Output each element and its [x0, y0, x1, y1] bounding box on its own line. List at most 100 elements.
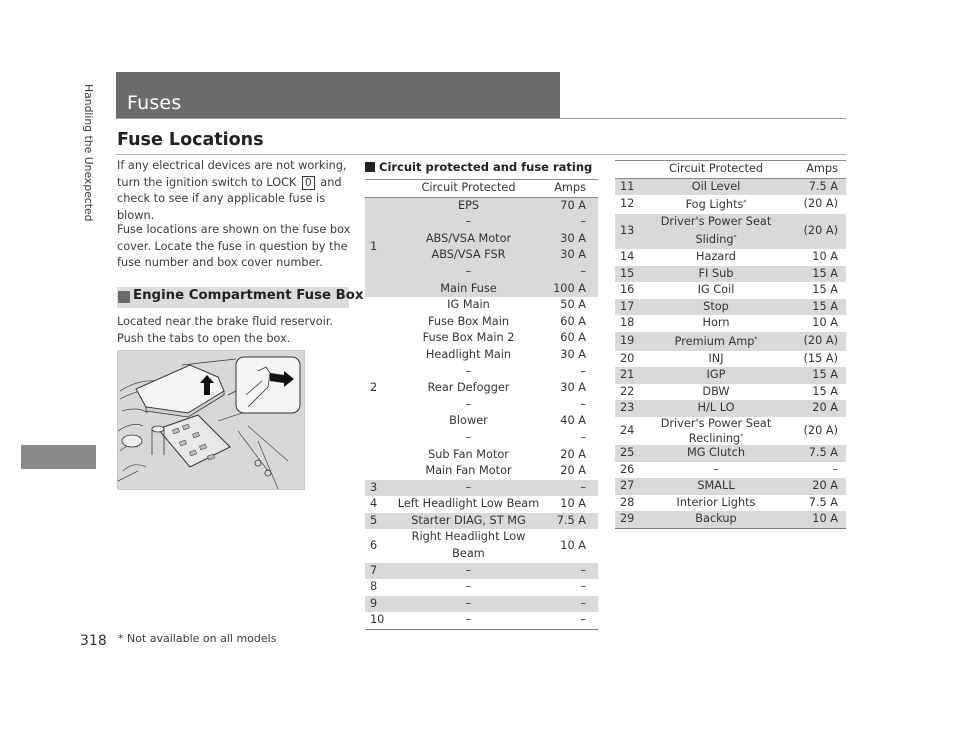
circuit-name: –	[397, 214, 540, 231]
circuit-name: Fog Lights*	[641, 195, 791, 214]
amp-rating: 15 A	[791, 265, 846, 283]
table-row: 14 Hazard 10 A	[615, 249, 846, 266]
table-row: Rear Defogger 30 A	[365, 380, 598, 397]
circuit-name: FI Sub	[641, 265, 791, 283]
amp-rating: –	[540, 263, 598, 281]
header-circuit-protected: Circuit Protected	[641, 161, 791, 179]
table-row: 8 – –	[365, 579, 598, 596]
circuit-name: –	[397, 479, 540, 497]
circuit-name-text: Fog Lights	[685, 198, 744, 212]
fuse-number: 5	[365, 512, 397, 530]
circuit-name: Blower	[449, 414, 488, 428]
footnote-marker: *	[754, 335, 758, 343]
circuit-name: Fuse Box Main	[427, 314, 510, 328]
fuse-number: 20	[620, 351, 635, 365]
table-row: – –	[365, 263, 598, 281]
amp-rating: (20 A)	[791, 331, 846, 351]
footnote-marker: *	[740, 432, 744, 440]
table-row: ABS/VSA Motor 30 A	[365, 230, 598, 248]
table-header-row: Circuit Protected Amps	[615, 161, 846, 179]
page-title: Fuses	[127, 92, 182, 114]
table-row: 18 Horn 10 A	[615, 315, 846, 332]
amp-rating: 20 A	[791, 478, 846, 495]
fuse-number: 18	[620, 316, 635, 330]
fuse-rating-heading: Circuit protected and fuse rating	[365, 160, 592, 174]
table-row: – –	[365, 397, 598, 414]
amp-rating: 60 A	[560, 314, 586, 328]
table-row: 7– –	[365, 562, 598, 580]
table-row: 16 IG Coil 15 A	[615, 282, 846, 299]
table-row: 17 Stop 15 A	[615, 298, 846, 316]
footnote-marker: *	[733, 234, 737, 242]
circuit-name-text: FI Sub	[698, 266, 734, 280]
table-row: 26 – –	[615, 462, 846, 479]
table-row: 3– –	[365, 479, 598, 497]
table-row: – –	[365, 430, 598, 447]
circuit-name: –	[465, 397, 472, 411]
circuit-name: –	[465, 364, 472, 378]
circuit-name-text: MG Clutch	[686, 445, 746, 459]
section-divider	[116, 154, 846, 155]
amp-rating: –	[540, 214, 598, 231]
fuse-number: 10	[365, 612, 397, 631]
table-row: 12 Fog Lights* (20 A)	[615, 195, 846, 214]
amp-rating: 10 A	[560, 497, 586, 511]
amp-rating: (20 A)	[803, 423, 838, 437]
circuit-name: Stop	[641, 298, 791, 316]
table-row: 27 SMALL 20 A	[615, 478, 846, 495]
circuit-name: –	[397, 263, 540, 281]
fuse-number: 16	[620, 283, 635, 297]
amp-rating: (20 A)	[803, 197, 838, 211]
amp-rating: 7.5 A	[540, 512, 598, 530]
fuse-number: 23	[615, 400, 641, 417]
circuit-name: Fuse Box Main 2	[422, 331, 515, 345]
table-row: 24 Driver's Power Seat Reclining* (20 A)	[615, 417, 846, 445]
amp-rating: 30 A	[560, 381, 586, 395]
fuse-number: 2	[370, 381, 378, 395]
table-row: 28 Interior Lights 7.5 A	[615, 495, 846, 512]
table-row: 22 DBW 15 A	[615, 384, 846, 401]
circuit-name: –	[465, 430, 472, 444]
circuit-name: H/L LO	[641, 400, 791, 417]
table-row: 9– –	[365, 595, 598, 613]
amp-rating: –	[540, 562, 598, 580]
fuse-rating-heading-text: Circuit protected and fuse rating	[379, 160, 593, 174]
engine-compartment-fuse-box-illustration	[117, 350, 305, 490]
table-row: Sub Fan Motor 20 A	[365, 447, 598, 464]
amp-rating: 10 A	[812, 249, 838, 263]
circuit-name: ABS/VSA Motor	[397, 230, 540, 248]
table-header-row: Circuit Protected Amps	[365, 180, 598, 198]
table-row: 4 Left Headlight Low Beam 10 A	[365, 496, 598, 513]
circuit-name: Main Fuse	[397, 280, 540, 298]
chapter-tab[interactable]	[21, 445, 96, 469]
table-row: Main Fuse 100 A	[365, 280, 598, 298]
circuit-name: Starter DIAG, ST MG	[397, 512, 540, 530]
amp-rating: –	[580, 580, 586, 594]
amp-rating: 70 A	[540, 197, 598, 215]
circuit-name: Oil Level	[641, 178, 791, 196]
table-row: Main Fan Motor 20 A	[365, 463, 598, 480]
circuit-name-text: Interior Lights	[676, 495, 756, 509]
circuit-name: Backup	[641, 511, 791, 529]
lock-key-badge: 0	[302, 175, 315, 190]
header-circuit-protected: Circuit Protected	[397, 180, 540, 198]
fuse-number: 21	[615, 367, 641, 384]
footnote: * Not available on all models	[118, 632, 277, 645]
amp-rating: 30 A	[540, 230, 598, 248]
circuit-name-text: Horn	[702, 316, 730, 330]
fuse-number: 15	[615, 265, 641, 283]
amp-rating: 60 A	[560, 331, 586, 345]
header-amps: Amps	[791, 161, 846, 179]
engine-box-heading-text: Engine Compartment Fuse Box	[133, 288, 364, 303]
intro-paragraph-1: If any electrical devices are not workin…	[117, 158, 362, 224]
circuit-name-text: Stop	[703, 299, 729, 313]
fuse-number: 27	[615, 478, 641, 495]
circuit-name-text: –	[713, 462, 719, 476]
table-row: – –	[365, 214, 598, 231]
fuse-table-1: Circuit Protected Amps 1 EPS 70 A – – ABS/VSA…	[365, 180, 598, 631]
circuit-name: INJ	[641, 351, 791, 368]
amp-rating: 15 A	[791, 367, 846, 384]
section-title: Fuse Locations	[117, 130, 264, 150]
amp-rating: –	[540, 479, 598, 497]
circuit-name-text: DBW	[702, 384, 730, 398]
